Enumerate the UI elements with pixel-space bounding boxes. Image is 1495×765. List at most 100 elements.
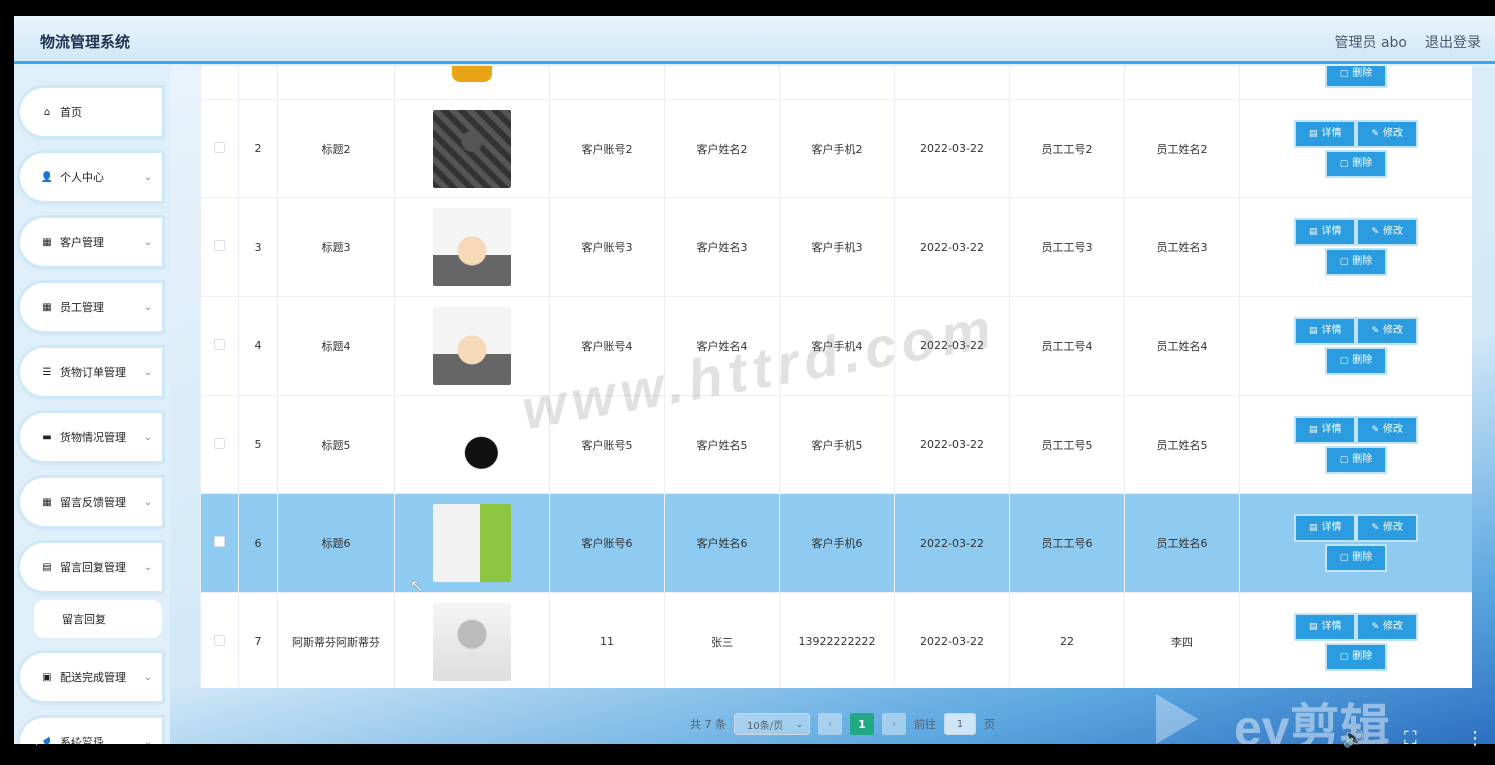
staff-no: 员工工号3 [1009,197,1125,298]
customer-account: 客户账号6 [549,493,665,594]
user-icon: 👤 [40,171,54,183]
chevron-down-icon: ⌄ [143,496,152,508]
pencil-icon: ✎ [1371,621,1380,632]
sidebar-item-label: 首页 [60,106,82,119]
detail-button[interactable]: ▤ 详情 [1295,318,1355,343]
row-title: 标题3 [277,197,395,298]
sidebar-item-8[interactable]: ▣ 配送完成管理 ⌄ [20,653,162,701]
sidebar-item-label: 货物订单管理 [60,366,126,379]
grid-icon: ▦ [42,301,52,313]
row-title: 标题4 [277,296,395,396]
video-controls [0,715,1495,765]
document-icon: ▤ [1308,621,1318,632]
row-actions: ▤ 详情 ✎ 修改 ▢ 删除 [1239,493,1472,594]
delete-button[interactable]: ▢ 删除 [1326,348,1386,373]
volume-icon[interactable]: 🔊 [1342,728,1364,749]
app-title: 物流管理系统 [40,33,131,51]
edit-button[interactable]: ✎ 修改 [1358,516,1417,541]
customer-account: 客户账号4 [549,296,665,396]
sidebar-item-2[interactable]: ▦ 客户管理 ⌄ [20,218,162,266]
chevron-down-icon: ⌄ [143,671,152,683]
row-thumbnail [433,602,511,681]
row-checkbox[interactable] [214,634,225,646]
row-index: 5 [238,394,278,495]
table-row[interactable]: 7 阿斯蒂芬阿斯蒂芬 11 张三 13922222222 2022-03-22 22 李四 ▤ 详… [200,592,1472,688]
delete-button[interactable]: ▢ 删除 [1326,644,1386,669]
row-checkbox[interactable] [214,437,225,449]
pencil-icon: ✎ [1371,424,1380,435]
detail-button[interactable]: ▤ 详情 [1295,220,1355,245]
detail-button[interactable]: ▤ 详情 [1295,516,1355,541]
sidebar-item-label: 员工管理 [60,301,104,314]
more-options-icon[interactable]: ⋮ [1466,728,1484,749]
delete-button[interactable]: ▢ 删除 [1326,447,1386,472]
edit-button[interactable]: ✎ 修改 [1358,614,1417,639]
row-checkbox[interactable] [214,240,225,252]
chevron-down-icon: ⌄ [143,301,152,313]
staff-name: 员工姓名5 [1124,394,1240,495]
trash-icon: ▢ [1339,553,1349,564]
table-row[interactable]: 2 标题2 客户账号2 客户姓名2 客户手机2 2022-03-22 员工工号2 员工姓名2 ▤… [200,98,1472,199]
document-icon: ▤ [1308,128,1318,139]
table-row[interactable]: 6 标题6 客户账号6 客户姓名6 客户手机6 2022-03-22 员工工号6 员工姓名6 ▤… [200,493,1472,594]
document-icon: ▤ [1308,523,1318,534]
sidebar-item-7[interactable]: ▤ 留言回复管理 ⌄ [20,543,162,591]
row-index: 2 [238,98,278,199]
row-checkbox[interactable] [214,536,225,548]
date: 2022-03-22 [894,197,1010,298]
row-title: 标题2 [277,98,395,199]
customer-name: 客户姓名3 [664,197,780,298]
video-time: 6:35 / 7:42 [73,729,149,746]
clipboard-icon: ▣ [42,671,52,683]
fullscreen-icon[interactable]: ⛶ [1404,728,1417,749]
delete-button[interactable]: ▢ 删除 [1326,66,1386,86]
trash-icon: ▢ [1339,158,1349,169]
staff-name: 员工姓名3 [1124,197,1240,298]
sidebar-subitem-message-reply[interactable]: 留言回复 [34,600,162,638]
edit-button[interactable]: ✎ 修改 [1358,220,1417,245]
customer-phone: 客户手机5 [779,394,895,495]
staff-name: 员工姓名4 [1124,296,1240,396]
detail-button[interactable]: ▤ 详情 [1295,417,1355,442]
delete-button[interactable]: ▢ 删除 [1326,151,1386,176]
table-row[interactable]: 3 标题3 客户账号3 客户姓名3 客户手机3 2022-03-22 员工工号3 员工姓名3 ▤… [200,197,1472,298]
sidebar-item-0[interactable]: ⌂ 首页 [20,88,162,136]
sidebar-item-4[interactable]: ☰ 货物订单管理 ⌄ [20,348,162,396]
play-icon[interactable] [36,729,49,745]
sidebar-item-1[interactable]: 👤 个人中心 ⌄ [20,153,162,201]
date: 2022-03-22 [894,394,1010,495]
staff-no: 员工工号2 [1009,98,1125,199]
row-index: 6 [238,493,278,594]
row-index: 4 [238,296,278,396]
top-header: 物流管理系统 管理员 abo 退出登录 [14,16,1495,64]
detail-button[interactable]: ▤ 详情 [1295,614,1355,639]
chevron-down-icon: ⌄ [143,561,152,573]
customer-account: 客户账号2 [549,98,665,199]
staff-no: 员工工号6 [1009,493,1125,594]
data-table: ▢ 删除 2 标题2 客户账号2 客户姓名2 客户手机2 2022-03-22 员工工号2 员工… [200,66,1472,688]
document-icon: ▤ [42,561,52,573]
table-row[interactable]: 5 标题5 客户账号5 客户姓名5 客户手机5 2022-03-22 员工工号5 员工姓名5 ▤… [200,394,1472,495]
delete-button[interactable]: ▢ 删除 [1326,250,1386,275]
document-icon: ▤ [1308,424,1318,435]
pencil-icon: ✎ [1371,325,1380,336]
grid-icon: ▦ [42,236,52,248]
detail-button[interactable]: ▤ 详情 [1295,121,1355,146]
sidebar-item-6[interactable]: ▦ 留言反馈管理 ⌄ [20,478,162,526]
sidebar-item-3[interactable]: ▦ 员工管理 ⌄ [20,283,162,331]
sidebar-item-label: 配送完成管理 [60,671,126,684]
row-title: 标题6 [277,493,395,594]
edit-button[interactable]: ✎ 修改 [1358,121,1417,146]
row-actions: ▤ 详情 ✎ 修改 ▢ 删除 [1239,592,1472,688]
edit-button[interactable]: ✎ 修改 [1358,417,1417,442]
logout-link[interactable]: 退出登录 [1425,32,1481,52]
row-checkbox[interactable] [214,141,225,153]
customer-phone: 客户手机4 [779,296,895,396]
row-checkbox[interactable] [214,338,225,350]
edit-button[interactable]: ✎ 修改 [1358,318,1417,343]
delete-button[interactable]: ▢ 删除 [1326,546,1386,571]
table-row[interactable]: 4 标题4 客户账号4 客户姓名4 客户手机4 2022-03-22 员工工号4 员工姓名4 ▤… [200,296,1472,396]
pencil-icon: ✎ [1371,227,1380,238]
sidebar-item-5[interactable]: ▬ 货物情况管理 ⌄ [20,413,162,461]
customer-name: 客户姓名5 [664,394,780,495]
